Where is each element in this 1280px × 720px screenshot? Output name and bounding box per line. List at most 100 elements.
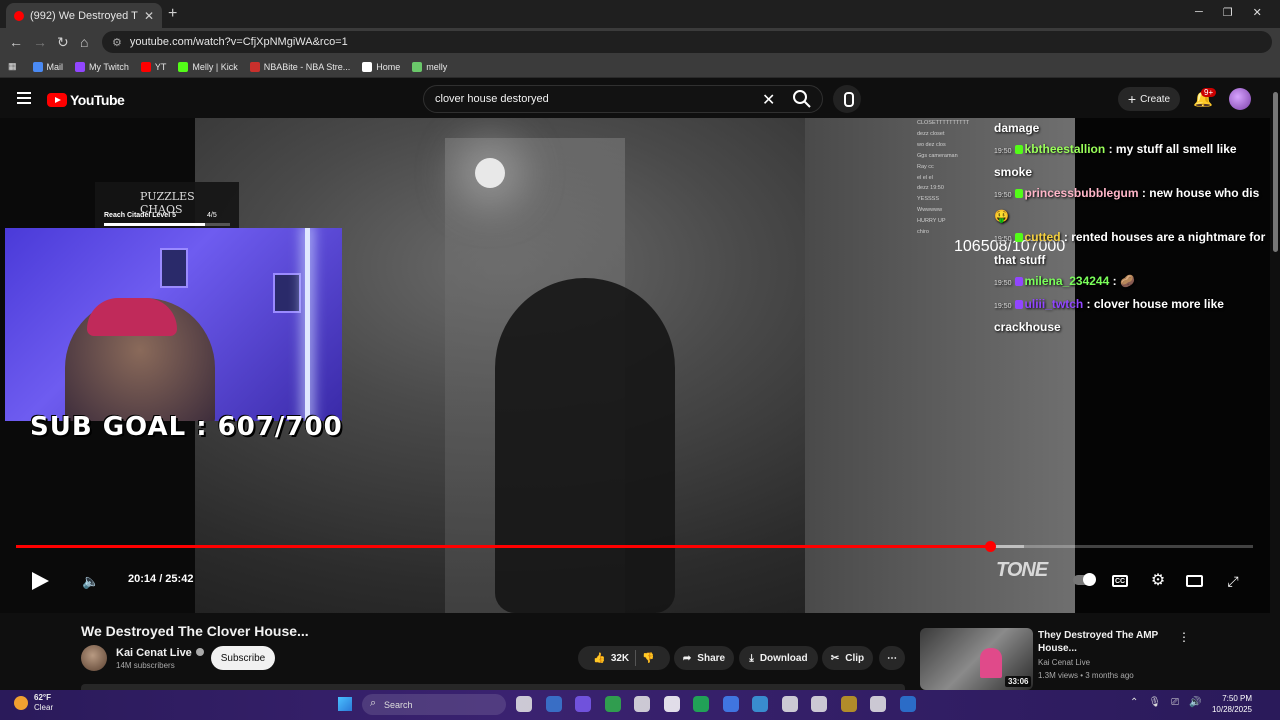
chat-message: damage	[994, 118, 1270, 139]
x-icon	[362, 61, 373, 72]
mic-icon[interactable]: 🎙	[1148, 697, 1161, 708]
settings-gear-icon[interactable]: ⚙	[1149, 572, 1167, 590]
taskbar-app-icon[interactable]	[545, 696, 562, 712]
menu-icon[interactable]	[17, 92, 31, 104]
weather-widget[interactable]: 62°F Clear	[14, 693, 53, 713]
taskbar-app-icon[interactable]	[575, 696, 591, 712]
recommended-title[interactable]: They Destroyed The AMP House...	[1038, 629, 1168, 655]
recommended-duration: 33:06	[1005, 676, 1032, 687]
bookmark-home[interactable]: Home	[362, 61, 400, 72]
clip-button[interactable]: ✂ Clip	[822, 646, 873, 670]
browser-tab[interactable]: (992) We Destroyed The Clover House... ✕	[6, 3, 162, 28]
window-controls: ─ ❐ ✕	[1195, 6, 1262, 19]
network-icon[interactable]: ⎚	[1171, 697, 1179, 708]
back-icon[interactable]: ←	[9, 34, 23, 50]
video-player[interactable]: PUZZLES CHAOS Reach Citadel Level 5 4/5 …	[0, 118, 1270, 613]
wall-poster	[273, 273, 301, 313]
chat-username: uliii_twtch	[1024, 297, 1084, 311]
streamer-headwear	[87, 298, 177, 336]
windows-start-icon[interactable]	[338, 697, 352, 711]
taskbar-search[interactable]: Search	[362, 694, 506, 715]
system-tray: ⌃ 🎙 ⎚ 🔊	[1130, 697, 1202, 708]
bookmark-yt[interactable]: YT	[140, 61, 166, 72]
create-button[interactable]: + Create	[1118, 87, 1180, 111]
recommended-channel[interactable]: Kai Cenat Live	[1038, 658, 1090, 667]
site-info-icon[interactable]: ⚙	[112, 36, 122, 49]
youtube-favicon-icon	[14, 10, 24, 21]
address-bar[interactable]: ⚙ youtube.com/watch?v=CfjXpNMgiWA&rco=1	[102, 31, 1272, 53]
chat-message: 19:50 milena_234244 : 🥔	[994, 271, 1270, 294]
volume-tray-icon[interactable]: 🔊	[1189, 697, 1201, 708]
puzzle-chaos-widget: PUZZLES CHAOS Reach Citadel Level 5 4/5	[95, 182, 239, 232]
chat-message: 19:50 kbtheestallion : my stuff all smell…	[994, 139, 1270, 183]
taskbar-app-icon[interactable]	[634, 696, 650, 712]
more-actions-icon[interactable]: ⋯	[879, 646, 905, 670]
taskbar-app-icon[interactable]	[899, 696, 916, 712]
theater-mode-icon[interactable]	[1186, 575, 1203, 587]
video-info-area: We Destroyed The Clover House... Kai Cen…	[0, 613, 1280, 690]
scrollbar-thumb[interactable]	[1273, 92, 1278, 252]
reload-icon[interactable]: ↻	[57, 34, 69, 51]
thumbs-down-icon[interactable]: 👎	[642, 653, 654, 664]
home-icon[interactable]: ⌂	[80, 34, 88, 50]
progress-bar[interactable]	[16, 541, 1253, 552]
channel-avatar[interactable]	[81, 645, 107, 671]
share-button[interactable]: ➦ Share	[674, 646, 734, 670]
clear-search-icon[interactable]: ✕	[762, 90, 775, 110]
captions-icon[interactable]: CC	[1112, 575, 1128, 587]
thumbnail-person	[980, 648, 1002, 678]
sub-goal-text: SUB GOAL : 607/700	[30, 412, 343, 442]
bookmark-melly-kick[interactable]: Melly | Kick	[178, 61, 238, 72]
minimize-icon[interactable]: ─	[1195, 6, 1203, 19]
search-icon[interactable]	[792, 89, 812, 109]
taskbar-app-icon[interactable]	[870, 696, 886, 712]
taskbar-app-icon[interactable]	[840, 696, 857, 712]
taskbar-app-icon[interactable]	[722, 696, 739, 712]
taskbar-app-icon[interactable]	[693, 696, 709, 712]
autoplay-toggle[interactable]	[1073, 573, 1096, 586]
fullscreen-icon[interactable]: ⤢	[1224, 572, 1242, 590]
chat-username: milena_234244	[1024, 274, 1110, 288]
taskbar-app-icon[interactable]	[752, 696, 768, 712]
tray-chevron-icon[interactable]: ⌃	[1130, 697, 1138, 708]
page-scrollbar[interactable]	[1270, 80, 1280, 690]
twitch-icon	[75, 61, 86, 72]
close-tab-icon[interactable]: ✕	[144, 9, 154, 23]
forward-icon[interactable]: →	[33, 34, 47, 50]
play-icon[interactable]	[32, 572, 49, 590]
address-text: youtube.com/watch?v=CfjXpNMgiWA&rco=1	[129, 36, 348, 48]
channel-name[interactable]: Kai Cenat Live	[116, 647, 204, 659]
chat-badge-icon	[1014, 277, 1023, 286]
bookmarks-bar: ▦ Mail My Twitch YT Melly | Kick NBABite…	[0, 56, 1280, 78]
apps-grid-icon[interactable]: ▦	[8, 61, 17, 72]
scene-light	[475, 158, 505, 188]
taskbar-app-icon[interactable]	[781, 696, 798, 712]
bookmark-my-twitch[interactable]: My Twitch	[75, 61, 129, 72]
like-dislike-group: 👍 32K 👎	[578, 646, 670, 670]
taskbar-app-icon[interactable]	[516, 696, 532, 712]
verified-icon	[195, 648, 204, 656]
voice-search-mic-icon[interactable]	[833, 85, 861, 113]
taskbar-app-icon[interactable]	[663, 696, 680, 712]
chat-message: 19:50 uliii_twtch : clover house more lik…	[994, 294, 1270, 338]
close-window-icon[interactable]: ✕	[1253, 6, 1262, 19]
like-button[interactable]: 👍 32K	[593, 653, 629, 664]
scrubber-handle[interactable]	[984, 541, 996, 552]
youtube-logo[interactable]: YouTube	[47, 92, 125, 108]
chat-timestamp: 19:50	[994, 236, 1012, 243]
restore-icon[interactable]: ❐	[1223, 6, 1233, 19]
bookmark-mail[interactable]: Mail	[32, 61, 63, 72]
taskbar-app-icon[interactable]	[604, 696, 621, 712]
user-avatar[interactable]	[1229, 88, 1251, 110]
taskbar-app-icon[interactable]	[811, 696, 827, 712]
new-tab-icon[interactable]: +	[168, 5, 177, 23]
volume-icon[interactable]: 🔈	[82, 573, 99, 590]
clock[interactable]: 7:50 PM 10/28/2025	[1208, 693, 1252, 715]
download-button[interactable]: ⤓ Download	[739, 646, 818, 670]
streamer-webcam	[5, 228, 342, 421]
bookmark-melly[interactable]: melly	[412, 61, 447, 72]
recommended-menu-icon[interactable]: ⋮	[1178, 630, 1190, 644]
subscribe-button[interactable]: Subscribe	[211, 646, 275, 670]
bookmark-nbabite[interactable]: NBABite - NBA Stre...	[249, 61, 350, 72]
subscriber-count: 14M subscribers	[116, 661, 175, 670]
